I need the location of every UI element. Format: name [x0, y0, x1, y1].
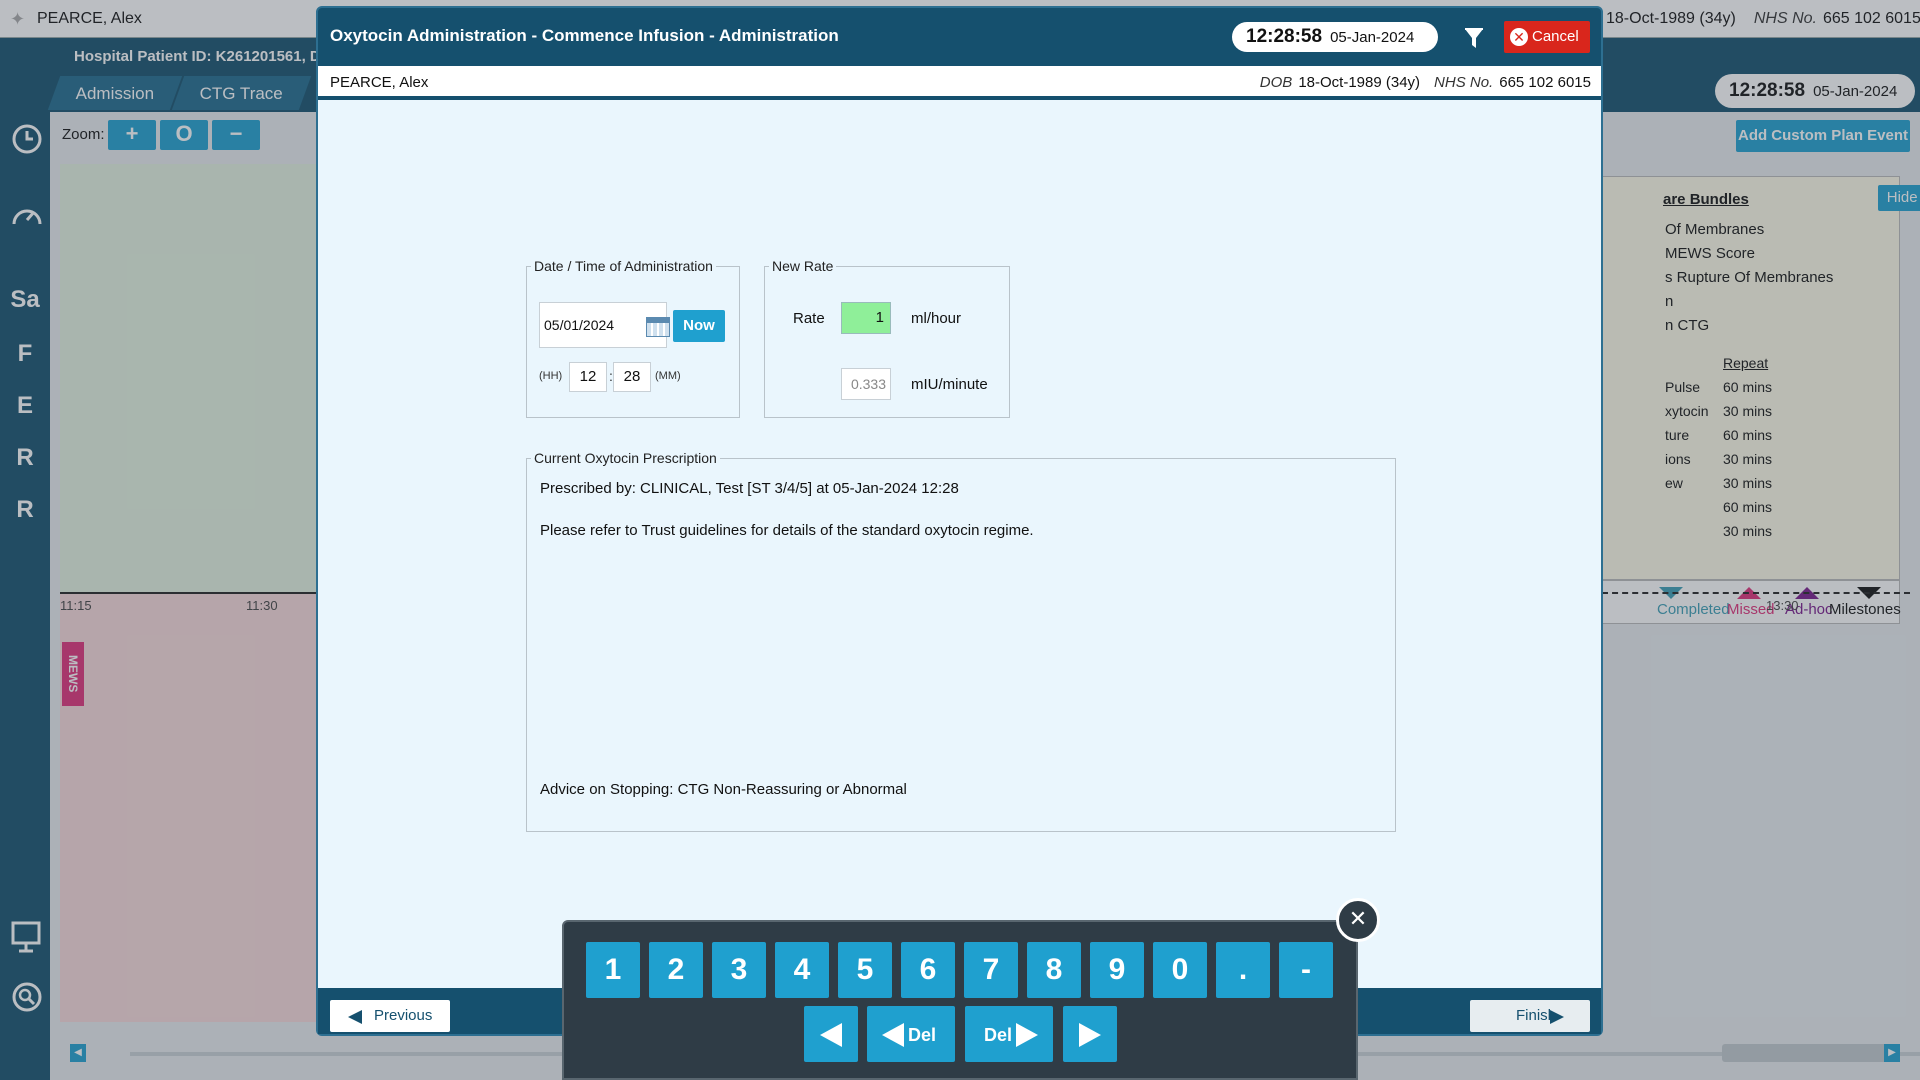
dialog-clock-time: 12:28:58 [1246, 26, 1323, 47]
finish-button[interactable]: Finish [1470, 1000, 1590, 1032]
cursor-left-key[interactable] [804, 1006, 858, 1062]
cancel-label: Cancel [1532, 28, 1579, 45]
arrow-right-icon [1016, 1023, 1038, 1048]
key-6[interactable]: 6 [901, 942, 955, 998]
keypad-close-button[interactable]: ✕ [1336, 898, 1380, 942]
dob-value: 18-Oct-1989 (34y) [1298, 74, 1421, 91]
prescribed-by-text: Prescribed by: CLINICAL, Test [ST 3/4/5]… [540, 480, 959, 497]
key-4[interactable]: 4 [775, 942, 829, 998]
key-9[interactable]: 9 [1090, 942, 1144, 998]
del-right-label: Del [983, 1025, 1012, 1046]
prescription-legend: Current Oxytocin Prescription [534, 450, 717, 466]
close-circle-icon: ✕ [1510, 28, 1528, 46]
key-minus[interactable]: - [1279, 942, 1333, 998]
dialog-clock: 12:28:58 05-Jan-2024 [1232, 22, 1438, 52]
minute-input[interactable]: 28 [613, 362, 651, 392]
datetime-legend: Date / Time of Administration [534, 258, 713, 274]
arrow-right-icon [1079, 1023, 1101, 1048]
delete-left-key[interactable]: Del [867, 1006, 955, 1062]
now-button[interactable]: Now [673, 310, 725, 342]
del-left-label: Del [907, 1025, 936, 1046]
key-3[interactable]: 3 [712, 942, 766, 998]
dialog-clock-date: 05-Jan-2024 [1330, 29, 1415, 46]
datetime-fieldset: Date / Time of Administration 05/01/2024… [526, 258, 740, 418]
arrow-left-icon [820, 1023, 842, 1048]
hh-label: (HH) [539, 370, 563, 382]
patient-name: PEARCE, Alex [330, 74, 429, 91]
patient-banner: PEARCE, Alex DOB 18-Oct-1989 (34y) NHS No.… [318, 66, 1601, 98]
new-rate-fieldset: New Rate Rate 1 ml/hour 0.333 mIU/minute [764, 258, 1010, 418]
patient-ids: DOB 18-Oct-1989 (34y) NHS No. 665 102 6015 [1246, 74, 1591, 91]
miu-unit: mIU/minute [911, 376, 988, 393]
dob-label: DOB [1259, 74, 1293, 91]
key-1[interactable]: 1 [586, 942, 640, 998]
numeric-keypad: 1 2 3 4 5 6 7 8 9 0 . - Del Del [562, 920, 1358, 1080]
key-7[interactable]: 7 [964, 942, 1018, 998]
new-rate-legend: New Rate [772, 258, 834, 274]
rate-input[interactable]: 1 [841, 302, 891, 334]
dialog-title: Oxytocin Administration - Commence Infus… [330, 26, 839, 45]
nhs-label: NHS No. [1434, 74, 1494, 91]
key-8[interactable]: 8 [1027, 942, 1081, 998]
mm-label: (MM) [655, 370, 681, 382]
hour-input[interactable]: 12 [569, 362, 607, 392]
key-2[interactable]: 2 [649, 942, 703, 998]
cancel-button[interactable]: ✕ Cancel [1504, 21, 1590, 53]
filter-icon[interactable] [1464, 28, 1484, 50]
nhs-value: 665 102 6015 [1499, 74, 1591, 91]
calendar-icon[interactable] [646, 317, 670, 337]
dialog-body: Date / Time of Administration 05/01/2024… [318, 100, 1601, 988]
arrow-right-icon [1550, 1010, 1564, 1024]
delete-right-key[interactable]: Del [965, 1006, 1053, 1062]
prescription-fieldset: Current Oxytocin Prescription Prescribed… [526, 450, 1396, 832]
key-5[interactable]: 5 [838, 942, 892, 998]
advice-on-stopping-text: Advice on Stopping: CTG Non-Reassuring o… [540, 781, 907, 798]
previous-button[interactable]: Previous [330, 1000, 450, 1032]
oxytocin-administration-dialog: Oxytocin Administration - Commence Infus… [316, 6, 1603, 1036]
rate-unit: ml/hour [911, 310, 962, 327]
arrow-left-icon [881, 1023, 904, 1048]
date-value: 05/01/2024 [544, 317, 615, 333]
key-0[interactable]: 0 [1153, 942, 1207, 998]
key-decimal[interactable]: . [1216, 942, 1270, 998]
cursor-right-key[interactable] [1063, 1006, 1117, 1062]
arrow-left-icon [348, 1010, 362, 1024]
previous-label: Previous [374, 1007, 433, 1024]
miu-per-minute-readout: 0.333 [841, 368, 891, 400]
rate-label: Rate [793, 310, 825, 327]
guidance-text: Please refer to Trust guidelines for det… [540, 522, 1034, 539]
administration-date-input[interactable]: 05/01/2024 [539, 302, 670, 348]
